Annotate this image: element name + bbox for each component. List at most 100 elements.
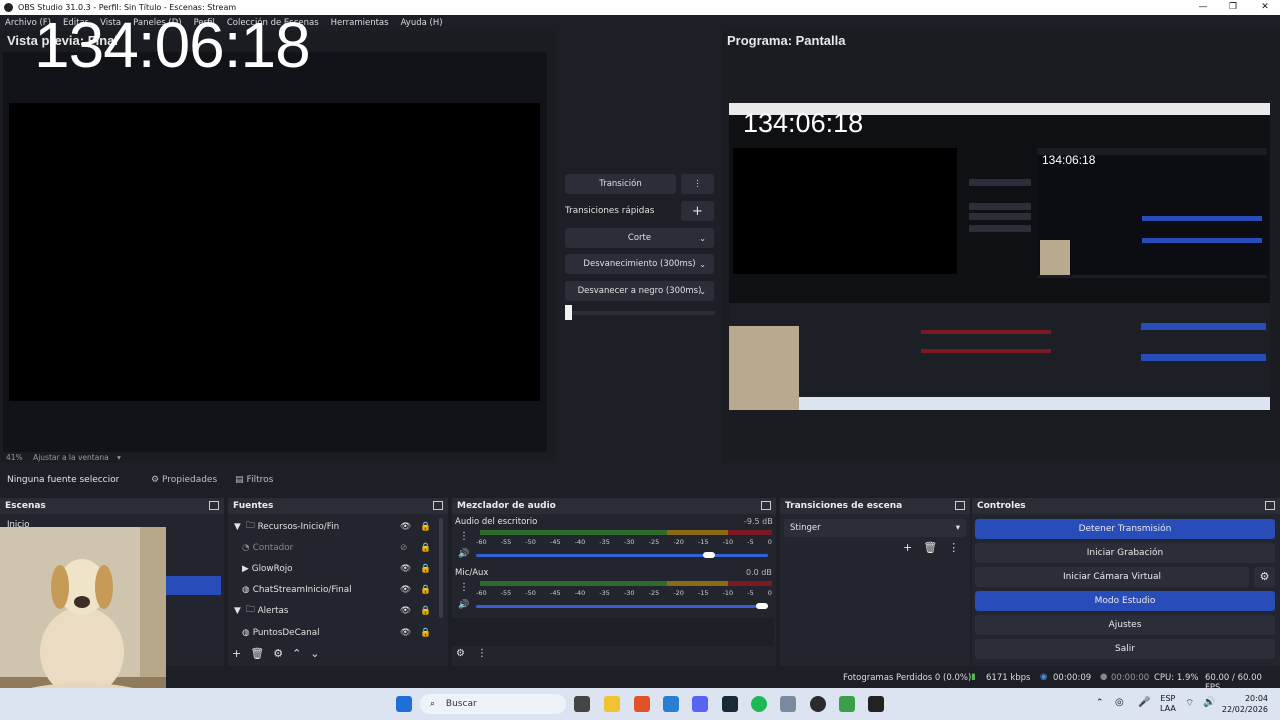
network-icon[interactable]: ◎ — [1115, 697, 1124, 708]
scene-item-selected[interactable] — [166, 576, 221, 595]
studio-mode-button[interactable]: Modo Estudio — [975, 591, 1275, 611]
eye-icon[interactable]: 👁 — [400, 585, 411, 595]
transition-menu-button[interactable]: ⋮ — [681, 174, 714, 194]
volume-slider[interactable] — [476, 554, 768, 557]
clock[interactable]: 20:04 22/02/2026 — [1218, 693, 1268, 715]
quick-transition-fade-black[interactable]: Desvanecer a negro (300ms) ⌄ — [565, 281, 714, 301]
transition-button[interactable]: Transición — [565, 174, 676, 194]
chevron-down-icon[interactable]: ⌄ — [699, 287, 706, 296]
quick-transition-fade[interactable]: Desvanecimiento (300ms) ⌄ — [565, 254, 714, 274]
eye-icon[interactable]: 👁 — [400, 522, 411, 532]
close-button[interactable]: ✕ — [1250, 0, 1280, 15]
source-row[interactable]: ▼ 🗀 Alertas 👁 🔒 — [228, 600, 438, 621]
wifi-icon[interactable]: ⌔ — [1185, 697, 1194, 710]
sources-scrollbar[interactable] — [439, 518, 443, 618]
filters-button[interactable]: ▤ Filtros — [235, 475, 273, 485]
transition-slider-handle[interactable] — [565, 305, 572, 320]
lock-icon[interactable]: 🔒 — [420, 628, 431, 638]
chevron-down-icon[interactable]: ⌄ — [699, 234, 706, 243]
lock-icon[interactable]: 🔒 — [420, 522, 431, 532]
source-row[interactable]: ▼ 🗀 Recursos-Inicio/Fin 👁 🔒 — [228, 516, 438, 537]
maximize-button[interactable]: ❐ — [1218, 0, 1248, 15]
source-row[interactable]: ◍ PuntosDeCanal 👁 🔒 — [228, 622, 438, 643]
stop-streaming-button[interactable]: Detener Transmisión — [975, 519, 1275, 539]
trash-icon[interactable]: 🗑 — [923, 541, 937, 554]
menu-tools[interactable]: Herramientas — [331, 18, 389, 28]
chevron-down-icon[interactable]: ▼ — [234, 606, 241, 616]
quick-transition-cut[interactable]: Corte ⌄ — [565, 228, 714, 248]
eye-hidden-icon[interactable]: ⊘ — [400, 543, 407, 553]
eye-icon[interactable]: 👁 — [400, 564, 411, 574]
trash-icon[interactable]: 🗑 — [250, 647, 264, 660]
lock-icon[interactable]: 🔒 — [420, 543, 431, 553]
speaker-icon[interactable]: 🔊 — [458, 549, 469, 559]
eye-icon[interactable]: 👁 — [400, 628, 411, 638]
properties-button[interactable]: ⚙ Propiedades — [151, 475, 217, 485]
kebab-icon[interactable]: ⋮ — [459, 531, 469, 542]
undock-icon[interactable] — [955, 501, 965, 510]
start-virtual-camera-button[interactable]: Iniciar Cámara Virtual — [975, 567, 1249, 587]
lock-icon[interactable]: 🔒 — [420, 564, 431, 574]
source-row[interactable]: ▶ GlowRojo 👁 🔒 — [228, 558, 438, 579]
undock-icon[interactable] — [209, 501, 219, 510]
source-row[interactable]: ◍ ChatStreamInicio/Final 👁 🔒 — [228, 579, 438, 600]
kebab-icon[interactable]: ⋮ — [948, 541, 959, 554]
no-source-label: Ninguna fuente seleccionada — [7, 475, 119, 485]
settings-app-icon[interactable] — [780, 696, 796, 712]
audio-meter — [480, 530, 772, 535]
volume-slider-handle[interactable] — [703, 552, 716, 558]
menu-help[interactable]: Ayuda (H) — [401, 18, 443, 28]
kebab-icon[interactable]: ⋮ — [459, 582, 469, 593]
notepad-icon[interactable] — [839, 696, 855, 712]
task-view-icon[interactable] — [574, 696, 590, 712]
source-label: Alertas — [257, 605, 289, 616]
channel-name: Mic/Aux — [455, 568, 489, 578]
undock-icon[interactable] — [433, 501, 443, 510]
undock-icon[interactable] — [761, 501, 771, 510]
windows-start-icon[interactable] — [396, 696, 412, 712]
chevron-down-icon[interactable]: ⌄ — [699, 260, 706, 269]
volume-icon[interactable]: 🔊 — [1203, 697, 1215, 708]
discord-icon[interactable] — [692, 696, 708, 712]
volume-slider[interactable] — [476, 605, 768, 608]
zoom-fit-dropdown[interactable]: Ajustar a la ventana — [33, 453, 109, 462]
transition-slider-track[interactable] — [565, 311, 715, 315]
chevron-up-icon[interactable]: ⌃ — [1096, 698, 1104, 708]
volume-slider-handle[interactable] — [756, 603, 768, 609]
chevron-down-icon[interactable]: ⌄ — [310, 647, 319, 660]
start-recording-button[interactable]: Iniciar Grabación — [975, 543, 1275, 563]
kebab-icon[interactable]: ⋮ — [477, 648, 487, 659]
gear-icon[interactable]: ⚙ — [273, 647, 283, 660]
epic-games-icon[interactable] — [868, 696, 884, 712]
lock-icon[interactable]: 🔒 — [420, 585, 431, 595]
gear-icon[interactable]: ⚙ — [456, 648, 465, 659]
language-indicator[interactable]: ESP LAA — [1160, 694, 1176, 714]
chevron-down-icon[interactable]: ▼ — [234, 522, 241, 532]
chevron-down-icon[interactable]: ▾ — [117, 453, 121, 462]
speaker-icon[interactable]: 🔊 — [458, 600, 469, 610]
obs-icon[interactable] — [810, 696, 826, 712]
transition-select[interactable]: Stinger ▾ — [784, 519, 966, 537]
settings-button[interactable]: Ajustes — [975, 615, 1275, 635]
source-row[interactable]: ◔ Contador ⊘ 🔒 — [228, 537, 438, 558]
plus-icon[interactable]: + — [903, 541, 912, 554]
taskbar-search[interactable]: ⌕ Buscar — [420, 694, 566, 714]
steam-icon[interactable] — [722, 696, 738, 712]
microphone-icon[interactable]: 🎤 — [1138, 697, 1150, 708]
brave-browser-icon[interactable] — [634, 696, 650, 712]
eye-icon[interactable]: 👁 — [400, 606, 411, 616]
add-quick-transition-button[interactable]: + — [681, 201, 714, 221]
minimize-button[interactable]: — — [1188, 0, 1218, 15]
exit-button[interactable]: Salir — [975, 639, 1275, 659]
file-explorer-icon[interactable] — [604, 696, 620, 712]
lock-icon[interactable]: 🔒 — [420, 606, 431, 616]
plus-icon[interactable]: + — [232, 647, 241, 660]
vscode-icon[interactable] — [663, 696, 679, 712]
scale-label: -60 — [476, 589, 487, 597]
chevron-up-icon[interactable]: ⌃ — [292, 647, 301, 660]
chevron-down-icon[interactable]: ▾ — [956, 519, 960, 537]
undock-icon[interactable] — [1265, 501, 1275, 510]
virtual-camera-settings-button[interactable]: ⚙ — [1254, 567, 1275, 587]
play-icon: ▶ — [242, 563, 249, 574]
spotify-icon[interactable] — [751, 696, 767, 712]
